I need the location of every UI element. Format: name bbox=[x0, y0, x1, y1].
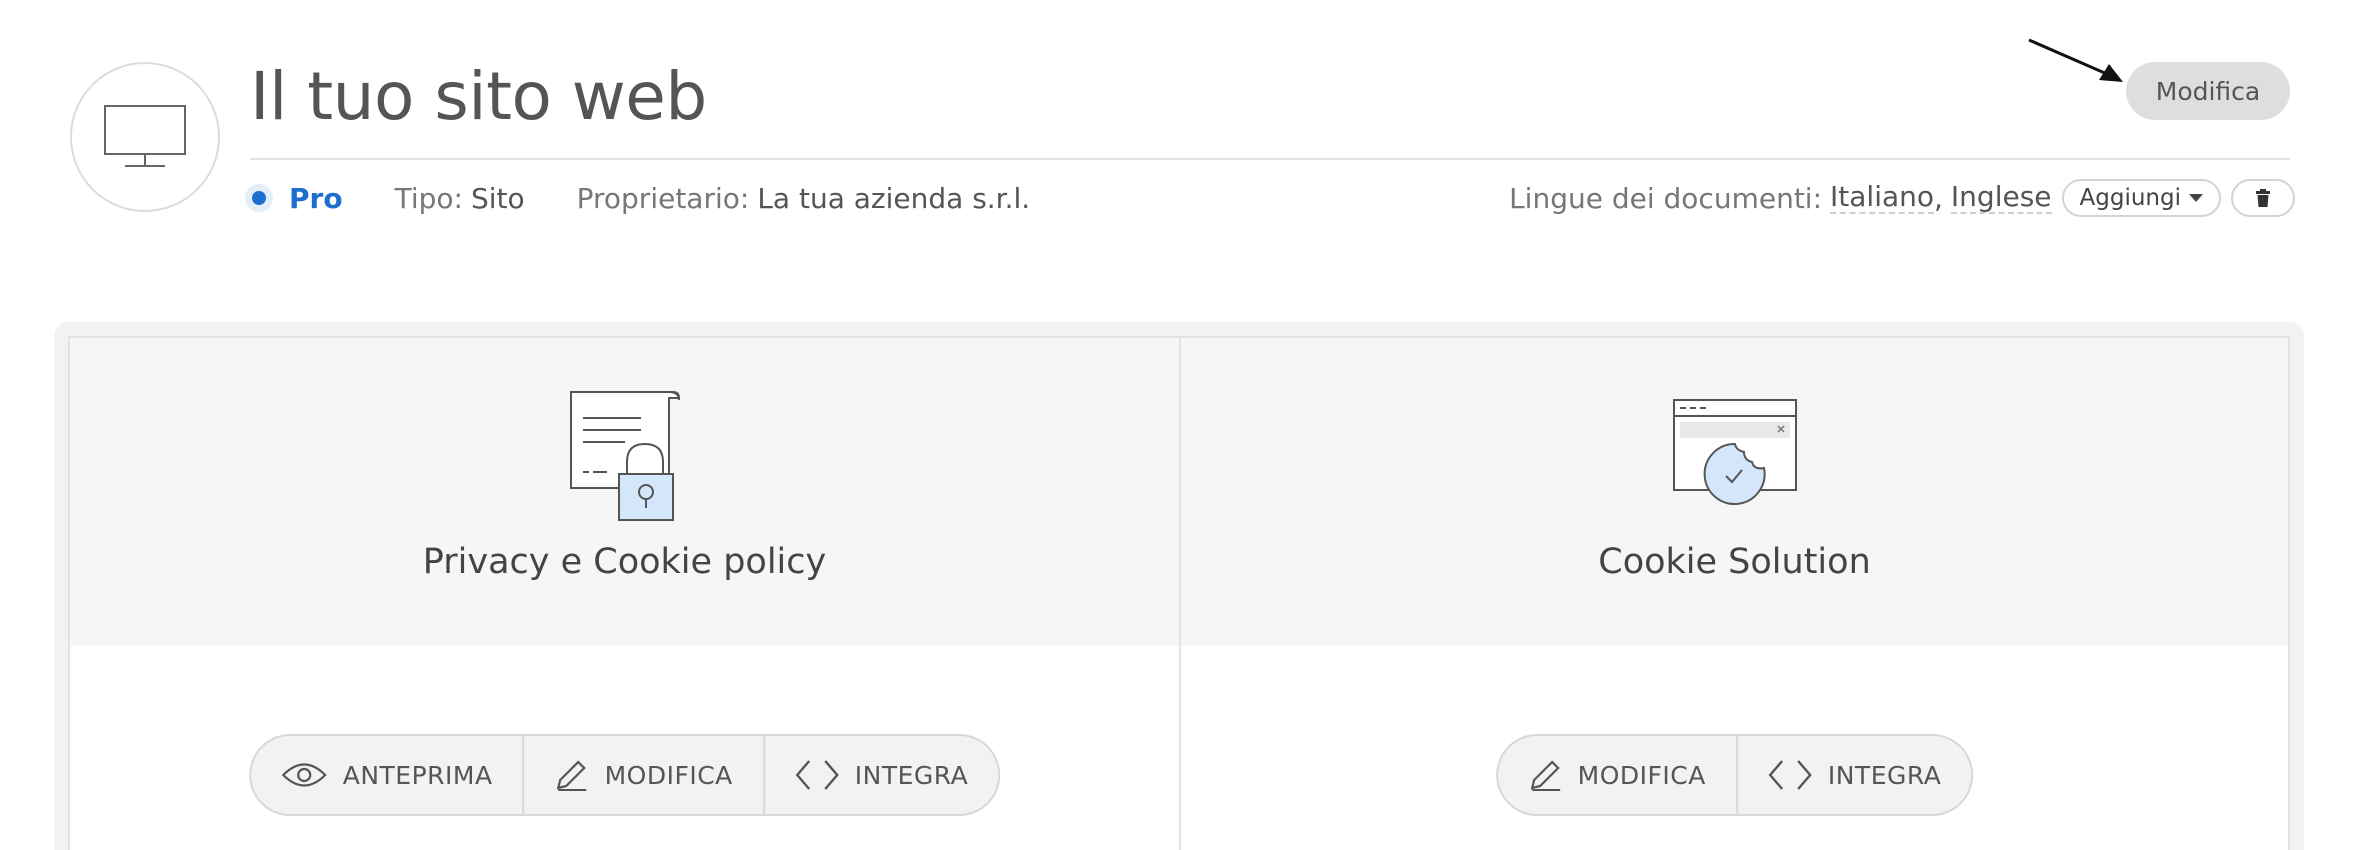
edit-button[interactable]: MODIFICA bbox=[1498, 736, 1736, 814]
card-actions: MODIFICA INTEGRA bbox=[1495, 734, 1974, 816]
caret-down-icon bbox=[2189, 194, 2203, 202]
embed-button[interactable]: INTEGRA bbox=[762, 736, 998, 814]
language-italian[interactable]: Italiano bbox=[1830, 182, 1935, 214]
owner-label: Proprietario: bbox=[576, 181, 750, 215]
browser-cookie-icon bbox=[1672, 399, 1797, 505]
language-english[interactable]: Inglese bbox=[1950, 182, 2052, 214]
edit-label: MODIFICA bbox=[1577, 760, 1706, 790]
type-value: Sito bbox=[470, 181, 525, 215]
language-separator: , bbox=[1934, 181, 1943, 215]
header-divider bbox=[250, 158, 2290, 160]
pencil-icon bbox=[557, 760, 587, 791]
delete-language-button[interactable] bbox=[2231, 179, 2295, 217]
languages-group: Lingue dei documenti: Italiano , Inglese… bbox=[1509, 178, 2295, 218]
card-actions: ANTEPRIMA MODIFICA INTEGRA bbox=[248, 734, 1001, 816]
code-icon bbox=[1768, 760, 1812, 790]
type-label: Tipo: bbox=[394, 181, 463, 215]
edit-label: MODIFICA bbox=[604, 760, 733, 790]
embed-label: INTEGRA bbox=[1827, 760, 1942, 790]
edit-site-button[interactable]: Modifica bbox=[2126, 62, 2290, 120]
card-header: Cookie Solution bbox=[1181, 338, 2288, 646]
embed-label: INTEGRA bbox=[854, 760, 969, 790]
card-title: Cookie Solution bbox=[1598, 542, 1871, 582]
plan-badge[interactable]: Pro bbox=[289, 182, 343, 215]
preview-label: ANTEPRIMA bbox=[342, 760, 493, 790]
embed-button[interactable]: INTEGRA bbox=[1735, 736, 1971, 814]
site-meta-row: Pro Tipo: Sito Proprietario: La tua azie… bbox=[245, 178, 2295, 218]
site-avatar bbox=[70, 62, 220, 212]
add-language-label: Aggiungi bbox=[2079, 185, 2181, 211]
pencil-icon bbox=[1530, 760, 1560, 791]
document-lock-icon bbox=[569, 391, 680, 521]
documents-panel: Privacy e Cookie policy ANTEPRIMA MODIFI… bbox=[68, 336, 2290, 850]
cookie-solution-card: Cookie Solution MODIFICA INTEGRA bbox=[1179, 338, 2288, 850]
owner-value: La tua azienda s.r.l. bbox=[757, 181, 1031, 215]
card-title: Privacy e Cookie policy bbox=[422, 542, 827, 582]
trash-icon bbox=[2256, 189, 2270, 207]
add-language-button[interactable]: Aggiungi bbox=[2061, 179, 2221, 217]
preview-button[interactable]: ANTEPRIMA bbox=[251, 736, 523, 814]
privacy-policy-card: Privacy e Cookie policy ANTEPRIMA MODIFI… bbox=[70, 338, 1179, 850]
plan-dot-icon bbox=[245, 184, 273, 212]
eye-icon bbox=[281, 763, 327, 787]
card-header: Privacy e Cookie policy bbox=[70, 338, 1179, 646]
edit-button[interactable]: MODIFICA bbox=[522, 736, 763, 814]
code-icon bbox=[795, 760, 839, 790]
monitor-icon bbox=[104, 105, 186, 167]
page-title: Il tuo sito web bbox=[250, 58, 707, 135]
arrow-annotation-icon bbox=[2028, 38, 2123, 82]
languages-label: Lingue dei documenti: bbox=[1509, 181, 1823, 215]
